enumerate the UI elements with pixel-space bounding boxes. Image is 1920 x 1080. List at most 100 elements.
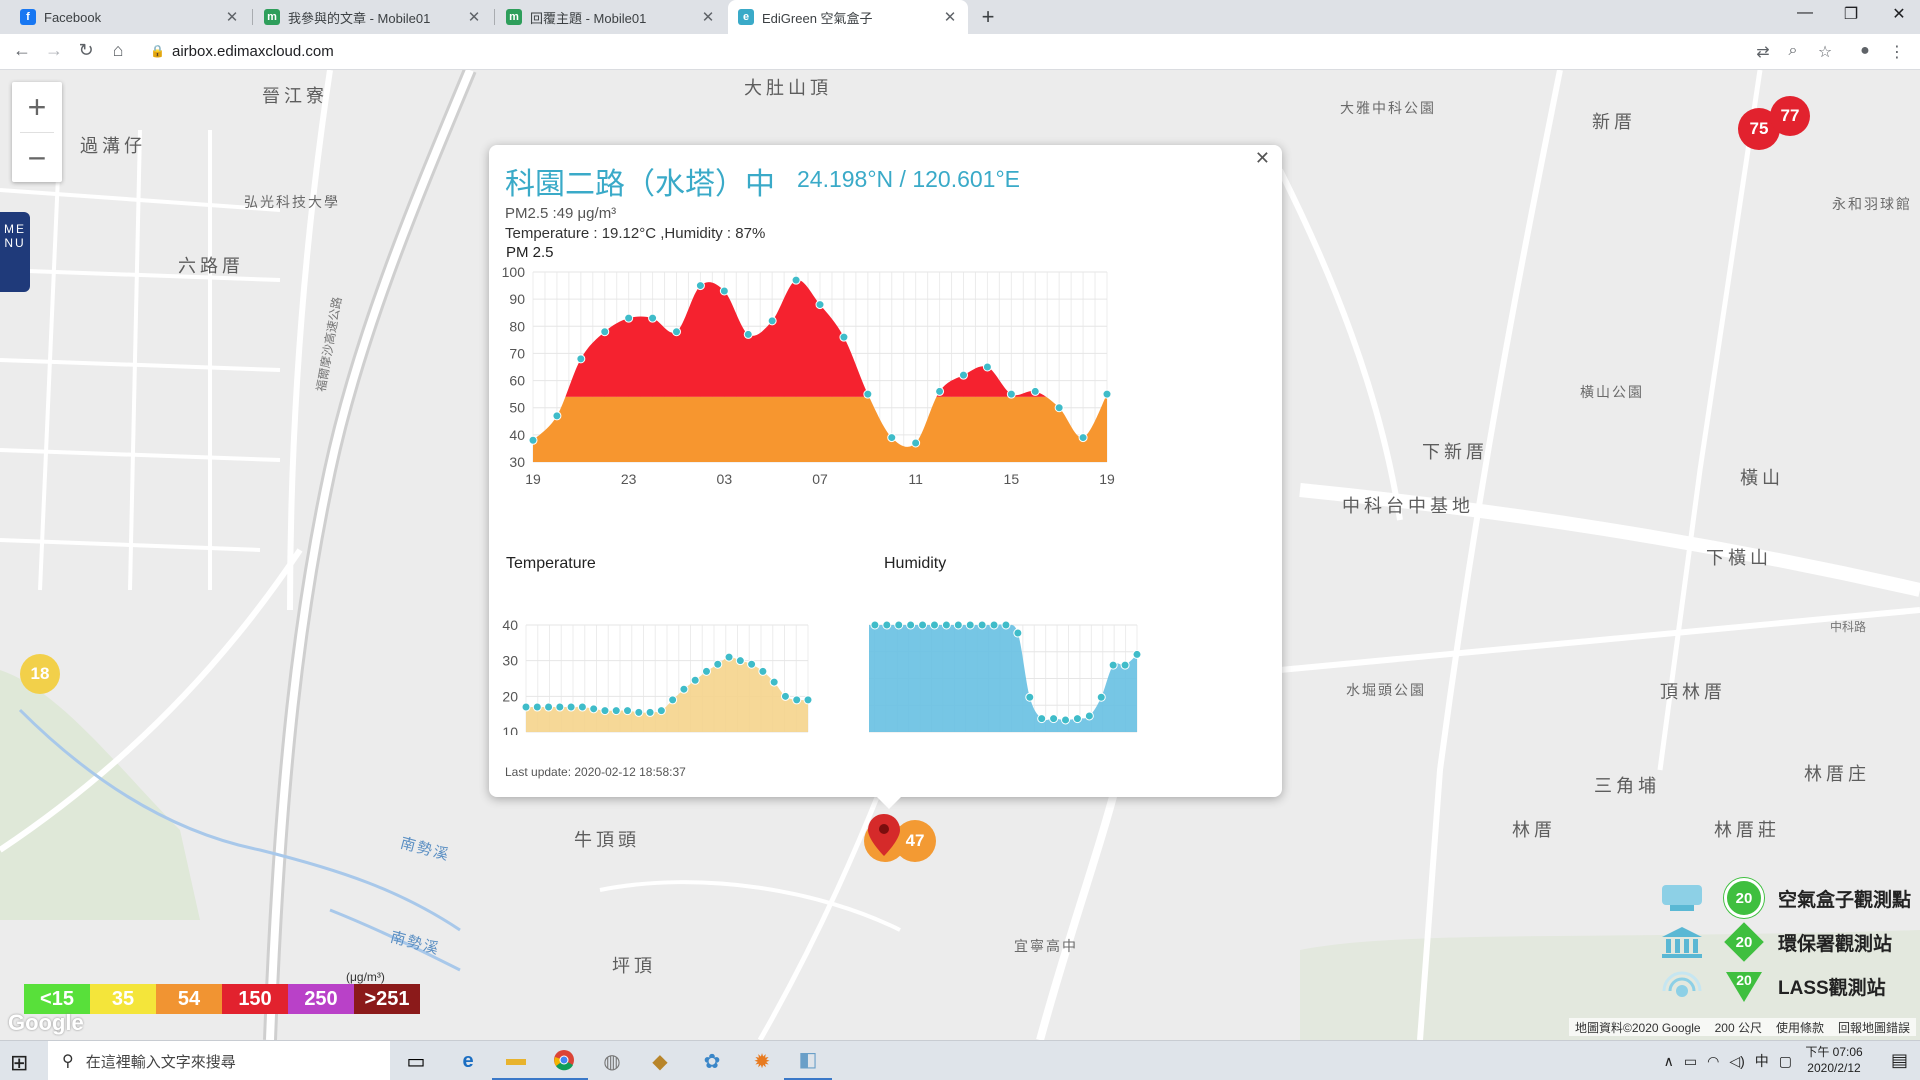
data-point xyxy=(679,684,689,694)
tab-close-icon[interactable]: ✕ xyxy=(700,8,716,26)
data-point xyxy=(690,675,700,685)
data-point xyxy=(792,695,802,705)
app-icon[interactable]: ◧ xyxy=(784,1041,832,1080)
map-label: 晉江寮 xyxy=(262,86,328,106)
windows-taskbar: ⊞ ⚲ 在這裡輸入文字來搜尋 ▭ e ▬ ◍ ◆ ✿ ✹ ◧ ∧ ▭ ◠ ◁) … xyxy=(0,1040,1920,1080)
data-point xyxy=(953,620,963,630)
bookmark-star-icon[interactable]: ☆ xyxy=(1814,42,1836,62)
tab-mobile01-reply[interactable]: m 回覆主題 - Mobile01 ✕ xyxy=(496,0,726,34)
sensor-info-popup: ✕ 科園二路（水塔）中 24.198°N / 120.601°E PM2.5 :… xyxy=(489,145,1282,797)
translate-icon[interactable]: ⇄ xyxy=(1752,42,1774,62)
menu-dots-icon[interactable]: ⋮ xyxy=(1886,42,1908,62)
tray-expand-icon[interactable]: ∧ xyxy=(1664,1053,1674,1070)
data-point xyxy=(758,666,768,676)
data-point xyxy=(747,659,757,669)
sensor-coordinates: 24.198°N / 120.601°E xyxy=(797,166,1021,192)
tab-close-icon[interactable]: ✕ xyxy=(224,8,240,26)
notes-icon[interactable]: ▢ xyxy=(1779,1053,1792,1070)
file-explorer-icon[interactable]: ▬ xyxy=(492,1041,540,1080)
popup-close-button[interactable]: ✕ xyxy=(1255,148,1270,169)
restore-button[interactable]: ❐ xyxy=(1836,4,1866,24)
terms-link[interactable]: 使用條款 xyxy=(1776,1019,1824,1035)
data-point xyxy=(769,677,779,687)
aqi-scale-segment: 250 xyxy=(288,984,354,1014)
app-icon[interactable]: ◍ xyxy=(588,1041,636,1080)
aqi-scale-segment: 150 xyxy=(222,984,288,1014)
data-point xyxy=(713,659,723,669)
app-icon[interactable]: ◆ xyxy=(636,1041,684,1080)
notification-icon[interactable]: ▤ xyxy=(1891,1050,1908,1071)
data-point xyxy=(634,707,644,717)
map-scale[interactable]: 200 公尺 xyxy=(1715,1019,1762,1035)
reload-button[interactable]: ↻ xyxy=(74,40,98,61)
back-button[interactable]: ← xyxy=(10,40,34,61)
close-window-button[interactable]: ✕ xyxy=(1884,4,1914,24)
airbox-icon xyxy=(1656,878,1708,918)
tab-mobile01-articles[interactable]: m 我參與的文章 - Mobile01 ✕ xyxy=(254,0,492,34)
map-label: 頂林厝 xyxy=(1660,682,1726,702)
legend-marker-circle: 20 xyxy=(1724,878,1764,918)
lock-icon[interactable]: 🔒 xyxy=(150,44,165,58)
data-point xyxy=(719,286,729,296)
tab-close-icon[interactable]: ✕ xyxy=(942,8,958,26)
data-point xyxy=(1037,714,1047,724)
sensor-marker[interactable]: 18 xyxy=(20,654,60,694)
report-error-link[interactable]: 回報地圖錯誤 xyxy=(1838,1019,1910,1035)
legend-epa-station[interactable]: 20 環保署觀測站 xyxy=(1656,922,1892,962)
sensor-marker[interactable]: 77 xyxy=(1770,96,1810,136)
taskbar-clock[interactable]: 下午 07:06 2020/2/12 xyxy=(1804,1044,1864,1076)
taskbar-search-box[interactable]: ⚲ 在這裡輸入文字來搜尋 xyxy=(48,1041,390,1080)
tab-close-icon[interactable]: ✕ xyxy=(466,8,482,26)
profile-icon[interactable]: ● xyxy=(1854,42,1876,60)
forward-button[interactable]: → xyxy=(42,40,66,61)
data-point xyxy=(1030,386,1040,396)
menu-tab-button[interactable]: MENU xyxy=(0,212,30,292)
data-point xyxy=(1061,715,1071,725)
sensor-name: 科園二路（水塔）中 xyxy=(505,168,775,201)
battery-icon[interactable]: ▭ xyxy=(1684,1053,1697,1070)
home-button[interactable]: ⌂ xyxy=(106,40,130,61)
legend-lass-station[interactable]: 20 LASS觀測站 xyxy=(1656,966,1886,1006)
data-point xyxy=(672,327,681,337)
legend-marker-value: 20 xyxy=(1736,972,1752,988)
tab-title: Facebook xyxy=(44,9,102,25)
data-point xyxy=(767,316,777,326)
y-tick-label: 60 xyxy=(509,373,525,389)
data-point xyxy=(600,706,610,716)
map-label: 坪頂 xyxy=(612,956,656,976)
data-point xyxy=(656,706,666,716)
clock-time: 下午 07:06 xyxy=(1805,1045,1863,1059)
app-icon[interactable]: ✿ xyxy=(688,1041,736,1080)
address-bar[interactable]: airbox.edimaxcloud.com xyxy=(172,43,334,60)
tab-edigreen[interactable]: e EdiGreen 空氣盒子 ✕ xyxy=(728,0,968,34)
data-point xyxy=(929,620,939,630)
wifi-icon[interactable]: ◠ xyxy=(1707,1053,1719,1070)
selected-location-pin-icon[interactable] xyxy=(866,812,902,858)
government-building-icon xyxy=(1656,922,1708,962)
data-point xyxy=(1102,389,1112,399)
map-label: 弘光科技大學 xyxy=(244,194,340,210)
zoom-in-button[interactable]: + xyxy=(12,82,62,132)
legend-airbox[interactable]: 20 空氣盒子觀測點 xyxy=(1656,878,1911,918)
volume-icon[interactable]: ◁) xyxy=(1729,1053,1744,1070)
input-language[interactable]: 中 xyxy=(1755,1051,1769,1071)
zoom-out-button[interactable]: − xyxy=(12,133,62,183)
legend-marker-diamond: 20 xyxy=(1724,922,1764,962)
new-tab-button[interactable]: + xyxy=(976,4,1000,30)
data-point xyxy=(982,362,992,372)
tab-facebook[interactable]: f Facebook ✕ xyxy=(10,0,250,34)
data-point xyxy=(911,438,921,448)
x-tick-label: 19 xyxy=(1099,471,1115,487)
task-view-icon[interactable]: ▭ xyxy=(392,1041,440,1080)
chrome-icon[interactable] xyxy=(540,1041,588,1080)
app-icon[interactable]: ✹ xyxy=(738,1041,786,1080)
legend-label: 環保署觀測站 xyxy=(1778,933,1893,955)
windows-start-icon[interactable]: ⊞ xyxy=(10,1050,28,1076)
zoom-icon[interactable]: ⌕ xyxy=(1782,42,1804,60)
edge-browser-icon[interactable]: e xyxy=(444,1041,492,1080)
data-point xyxy=(645,707,655,717)
google-logo[interactable]: Google xyxy=(8,1010,84,1036)
minimize-button[interactable]: — xyxy=(1790,4,1820,22)
temperature-chart: 10 20 30 40 xyxy=(502,617,813,735)
legend-marker-value: 20 xyxy=(1735,933,1753,951)
